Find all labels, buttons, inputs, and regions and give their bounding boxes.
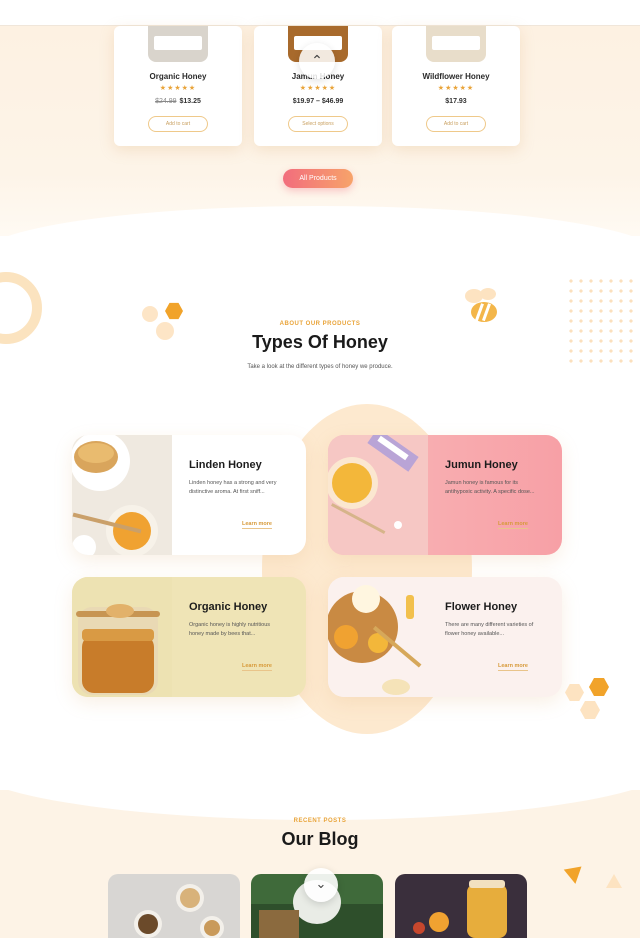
hexagon-icon [589,678,609,696]
product-name[interactable]: Organic Honey [114,72,242,81]
chevron-down-icon: ⌄ [315,876,327,891]
card-description: Jamun honey is famous for its antihypoxi… [445,480,535,495]
section-eyebrow: ABOUT OUR PRODUCTS [279,321,361,327]
rating-stars: ★★★★★ [437,85,475,92]
linden-honey-photo [72,435,172,555]
learn-more-link[interactable]: Learn more [242,521,272,529]
blog-photo-honey-jar [395,874,527,938]
honey-type-card-jumun[interactable]: Jumun Honey Jamun honey is famous for it… [328,435,562,555]
learn-more-link[interactable]: Learn more [498,521,528,529]
product-name[interactable]: Wildflower Honey [392,72,520,81]
add-to-cart-button[interactable]: Add to cart [426,116,486,132]
card-title: Jumun Honey [445,459,518,471]
scroll-to-top-button[interactable]: ⌃ [299,43,335,79]
hexagon-icon [565,683,584,702]
all-products-button[interactable]: All Products [283,169,353,188]
rating-stars: ★★★★★ [159,85,197,92]
rating-stars: ★★★★★ [299,85,337,92]
learn-more-link[interactable]: Learn more [498,663,528,671]
organic-honey-photo [72,577,172,697]
card-description: There are many different varieties of fl… [445,622,534,637]
honey-type-card-flower[interactable]: Flower Honey There are many different va… [328,577,562,697]
hexagon-icon [580,701,600,719]
product-price: $24.99 $13.25 [114,98,242,105]
card-description: Organic honey is highly nutritious honey… [189,622,271,637]
honey-type-card-linden[interactable]: Linden Honey Linden honey has a strong a… [72,435,306,555]
card-title: Organic Honey [189,601,268,613]
product-price: $17.93 [445,98,467,105]
chevron-up-icon: ⌃ [311,52,323,68]
honey-type-card-organic[interactable]: Organic Honey Organic honey is highly nu… [72,577,306,697]
product-card[interactable]: Organic Honey ★★★★★ $24.99 $13.25 Add to … [114,26,242,146]
page: Organic Honey ★★★★★ $24.99 $13.25 Add to … [0,0,640,938]
circle-decoration [142,306,158,322]
add-to-cart-button[interactable]: Add to cart [148,116,208,132]
section-subtitle: Take a look at the different types of ho… [247,364,393,370]
product-jar-image [148,26,208,62]
learn-more-link[interactable]: Learn more [242,663,272,671]
product-card[interactable]: Wildflower Honey ★★★★★ $17.93 Add to car… [392,26,520,146]
hexagon-icon [165,302,183,320]
select-options-button[interactable]: Select options [288,116,348,132]
section-eyebrow: RECENT POSTS [293,818,347,824]
blog-photo-spices [108,874,240,938]
card-title: Linden Honey [189,459,262,471]
top-strip [0,0,640,26]
scroll-to-top-button[interactable]: ⌄ [304,868,338,902]
flower-honey-photo [328,577,428,697]
section-title: Types Of Honey [252,332,388,352]
product-jar-image [426,26,486,62]
triangle-decoration [563,866,585,886]
blog-post-image[interactable] [108,874,240,938]
section-title: Our Blog [281,829,359,849]
old-price: $24.99 [155,98,177,105]
triangle-decoration [606,874,622,888]
jumun-honey-photo [328,435,428,555]
sale-price: $13.25 [179,98,201,105]
blog-post-image[interactable] [395,874,527,938]
card-description: Linden honey has a strong and very disti… [189,480,277,495]
product-price: $19.97 – $46.99 [292,98,344,105]
card-title: Flower Honey [445,601,518,613]
